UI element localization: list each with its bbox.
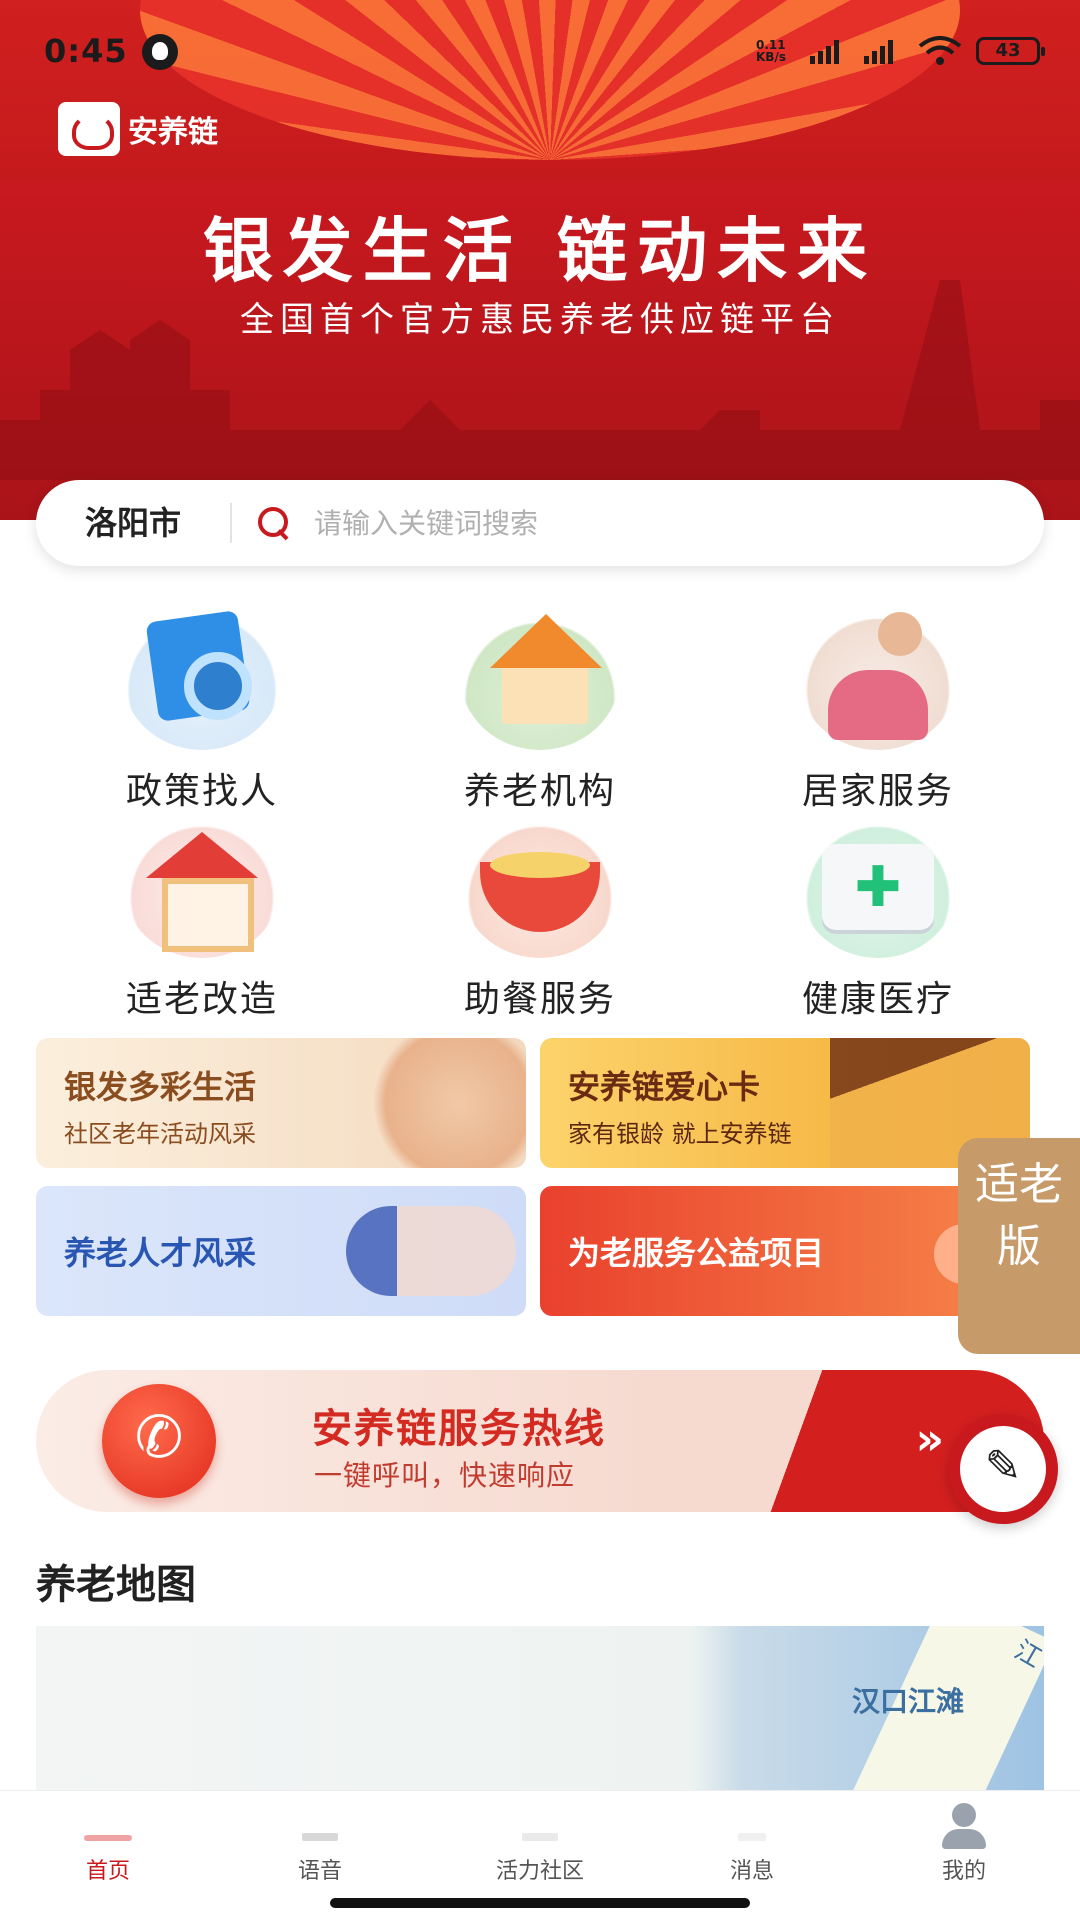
banner-handshake-image [346, 1206, 516, 1296]
banner-title: 养老人才风采 [64, 1234, 257, 1272]
service-policy-search[interactable]: 政策找人 [72, 600, 332, 814]
tab-label: 我的 [941, 1859, 986, 1884]
banner-talent[interactable]: 养老人才风采 [36, 1186, 526, 1316]
banner-title: 银发多彩生活 [64, 1068, 257, 1106]
home-indicator[interactable] [330, 1898, 750, 1908]
home-icon [80, 1799, 136, 1849]
network-speed: 0.11 KB/s [756, 38, 786, 64]
search-input[interactable] [312, 505, 952, 541]
service-label: 健康医疗 [801, 979, 954, 1020]
logo-text: 安养链 [128, 115, 218, 150]
double-chevron-right-icon: » [915, 1414, 944, 1465]
medical-kit-icon [798, 808, 958, 958]
tab-voice[interactable]: 语音 [220, 1799, 420, 1885]
service-label: 助餐服务 [463, 979, 616, 1020]
edit-icon[interactable] [948, 1414, 1058, 1524]
tab-label: 语音 [297, 1859, 342, 1884]
tab-label: 消息 [729, 1859, 774, 1884]
hero-title: 银发生活 链动未来 [202, 209, 878, 292]
message-icon [724, 1799, 780, 1849]
signal-icon [864, 38, 904, 64]
hotline-subtitle: 一键呼叫，快速响应 [314, 1459, 576, 1492]
section-title-elder-map: 养老地图 [36, 1562, 196, 1608]
tab-label: 活力社区 [495, 1859, 584, 1884]
status-time: 0:45 [44, 32, 128, 70]
policy-search-icon [122, 600, 282, 750]
tab-community[interactable]: 活力社区 [440, 1799, 640, 1885]
elder-care-map[interactable]: 汉口江滩 江 [36, 1626, 1044, 1792]
service-medical[interactable]: 健康医疗 [748, 808, 1008, 1022]
banner-title: 安养链爱心卡 [568, 1068, 761, 1106]
tab-messages[interactable]: 消息 [652, 1799, 852, 1885]
hero-banner: 0:45 0.11 KB/s 43 安养链 银发生活 链动未来 全国首个官方惠民… [0, 0, 1080, 520]
service-home-care[interactable]: 居家服务 [748, 600, 1008, 814]
service-label: 适老改造 [125, 979, 278, 1020]
voice-icon [292, 1799, 348, 1849]
hotline-title: 安养链服务热线 [312, 1406, 606, 1452]
home-care-icon [798, 600, 958, 750]
banner-title: 为老服务公益项目 [568, 1234, 825, 1272]
hero-subtitle: 全国首个官方惠民养老供应链平台 [240, 300, 840, 340]
nursing-home-icon [460, 600, 620, 750]
map-place-label: 汉口江滩 [852, 1685, 965, 1718]
banner-subtitle: 家有银龄 就上安养链 [568, 1120, 792, 1148]
phone-icon [102, 1384, 216, 1498]
qq-notification-icon [142, 34, 178, 70]
service-home-renovation[interactable]: 适老改造 [72, 808, 332, 1022]
banner-silver-life[interactable]: 银发多彩生活 社区老年活动风采 [36, 1038, 526, 1168]
service-nursing-home[interactable]: 养老机构 [410, 600, 670, 814]
tab-label: 首页 [85, 1859, 130, 1884]
search-icon [254, 503, 294, 543]
tab-profile[interactable]: 我的 [864, 1799, 1064, 1885]
profile-icon [936, 1799, 992, 1849]
service-hotline-card[interactable]: 安养链服务热线 一键呼叫，快速响应 » [36, 1370, 1044, 1512]
service-meal[interactable]: 助餐服务 [410, 808, 670, 1022]
signal-icon [810, 38, 850, 64]
elder-mode-button[interactable]: 适老版 [958, 1138, 1080, 1354]
banner-hands-image [356, 1038, 526, 1168]
status-bar: 0:45 0.11 KB/s 43 [0, 0, 1080, 100]
app-logo: 安养链 [58, 102, 218, 156]
banner-love-card[interactable]: 安养链爱心卡 家有银龄 就上安养链 [540, 1038, 1030, 1168]
banner-subtitle: 社区老年活动风采 [64, 1120, 256, 1148]
home-renovation-icon [122, 808, 282, 958]
wifi-icon [918, 36, 962, 65]
battery-icon: 43 [976, 37, 1045, 65]
meal-service-icon [460, 808, 620, 958]
city-selector[interactable]: 洛阳市 [36, 503, 232, 543]
logo-icon [58, 102, 120, 156]
service-label: 政策找人 [125, 771, 278, 812]
service-label: 养老机构 [463, 771, 616, 812]
community-icon [512, 1799, 568, 1849]
service-label: 居家服务 [801, 771, 954, 812]
tab-home[interactable]: 首页 [8, 1799, 208, 1885]
search-bar: 洛阳市 [36, 480, 1044, 566]
banner-public-welfare[interactable]: 为老服务公益项目 [540, 1186, 1030, 1316]
